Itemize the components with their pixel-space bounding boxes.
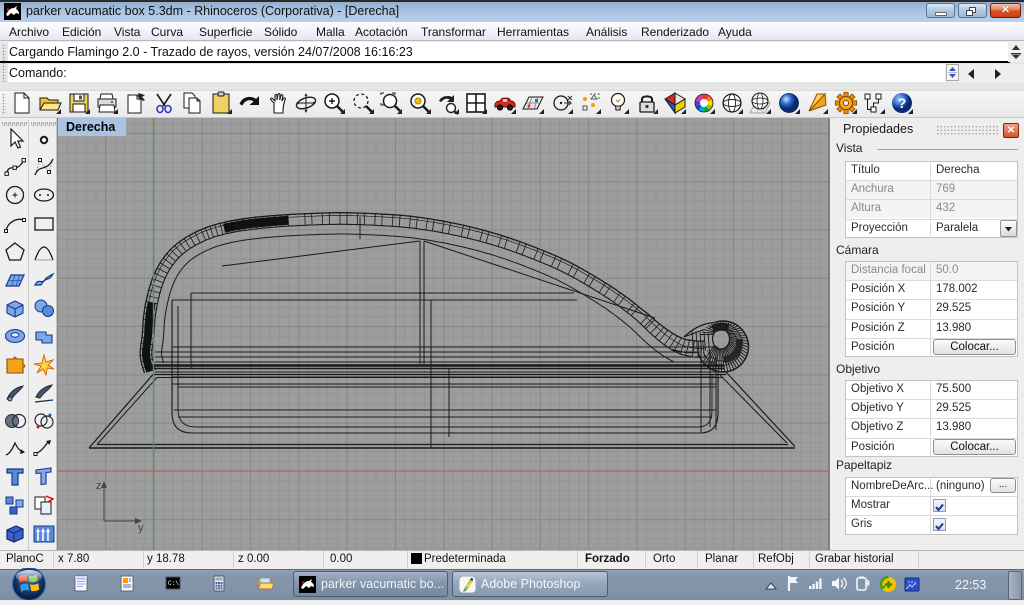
svg-text:C:\: C:\ bbox=[168, 580, 179, 587]
svg-text:z: z bbox=[96, 480, 102, 492]
svg-text:?: ? bbox=[898, 95, 907, 111]
svg-text:y: y bbox=[138, 522, 144, 534]
